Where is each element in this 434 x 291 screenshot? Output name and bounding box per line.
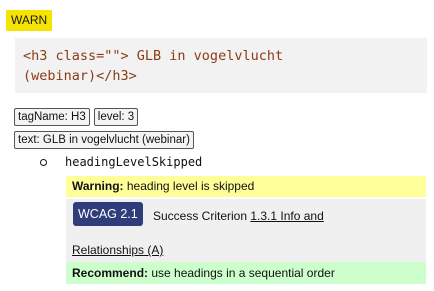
success-criterion-line-2: Relationships (A) [72, 242, 163, 258]
warning-message: Warning: heading level is skipped [66, 176, 426, 197]
rule-id: headingLevelSkipped [65, 155, 203, 169]
warn-badge: WARN [6, 10, 53, 31]
sc-prefix: Success Criterion [153, 209, 251, 223]
wcag-badge: WCAG 2.1 [73, 202, 143, 226]
tagname-chip: tagName: H3 [14, 108, 90, 126]
code-line-2: (webinar)</h3> [23, 68, 137, 84]
recommend-message: Recommend: use headings in a sequential … [66, 262, 426, 284]
text-chip: text: GLB in vogelvlucht (webinar) [14, 131, 194, 149]
properties-row-2: text: GLB in vogelvlucht (webinar) [14, 131, 194, 149]
wcag-reference: WCAG 2.1 Success Criterion 1.3.1 Info an… [66, 199, 426, 262]
success-criterion-line: Success Criterion 1.3.1 Info and [153, 208, 324, 224]
rule-list-item: headingLevelSkipped [40, 154, 202, 170]
success-criterion-link-continued[interactable]: Relationships (A) [72, 243, 163, 257]
success-criterion-link[interactable]: 1.3.1 Info and [250, 209, 323, 223]
warning-text: heading level is skipped [123, 179, 255, 193]
code-line-1: <h3 class=""> GLB in vogelvlucht [23, 48, 284, 64]
recommend-text: use headings in a sequential order [148, 266, 335, 280]
properties-row-1: tagName: H3 level: 3 [14, 108, 139, 126]
element-code-snippet: <h3 class=""> GLB in vogelvlucht (webinar… [15, 38, 427, 93]
warning-prefix: Warning: [72, 179, 124, 193]
level-chip: level: 3 [93, 108, 139, 126]
recommend-prefix: Recommend: [72, 266, 149, 280]
bullet-circle-icon [40, 158, 47, 166]
